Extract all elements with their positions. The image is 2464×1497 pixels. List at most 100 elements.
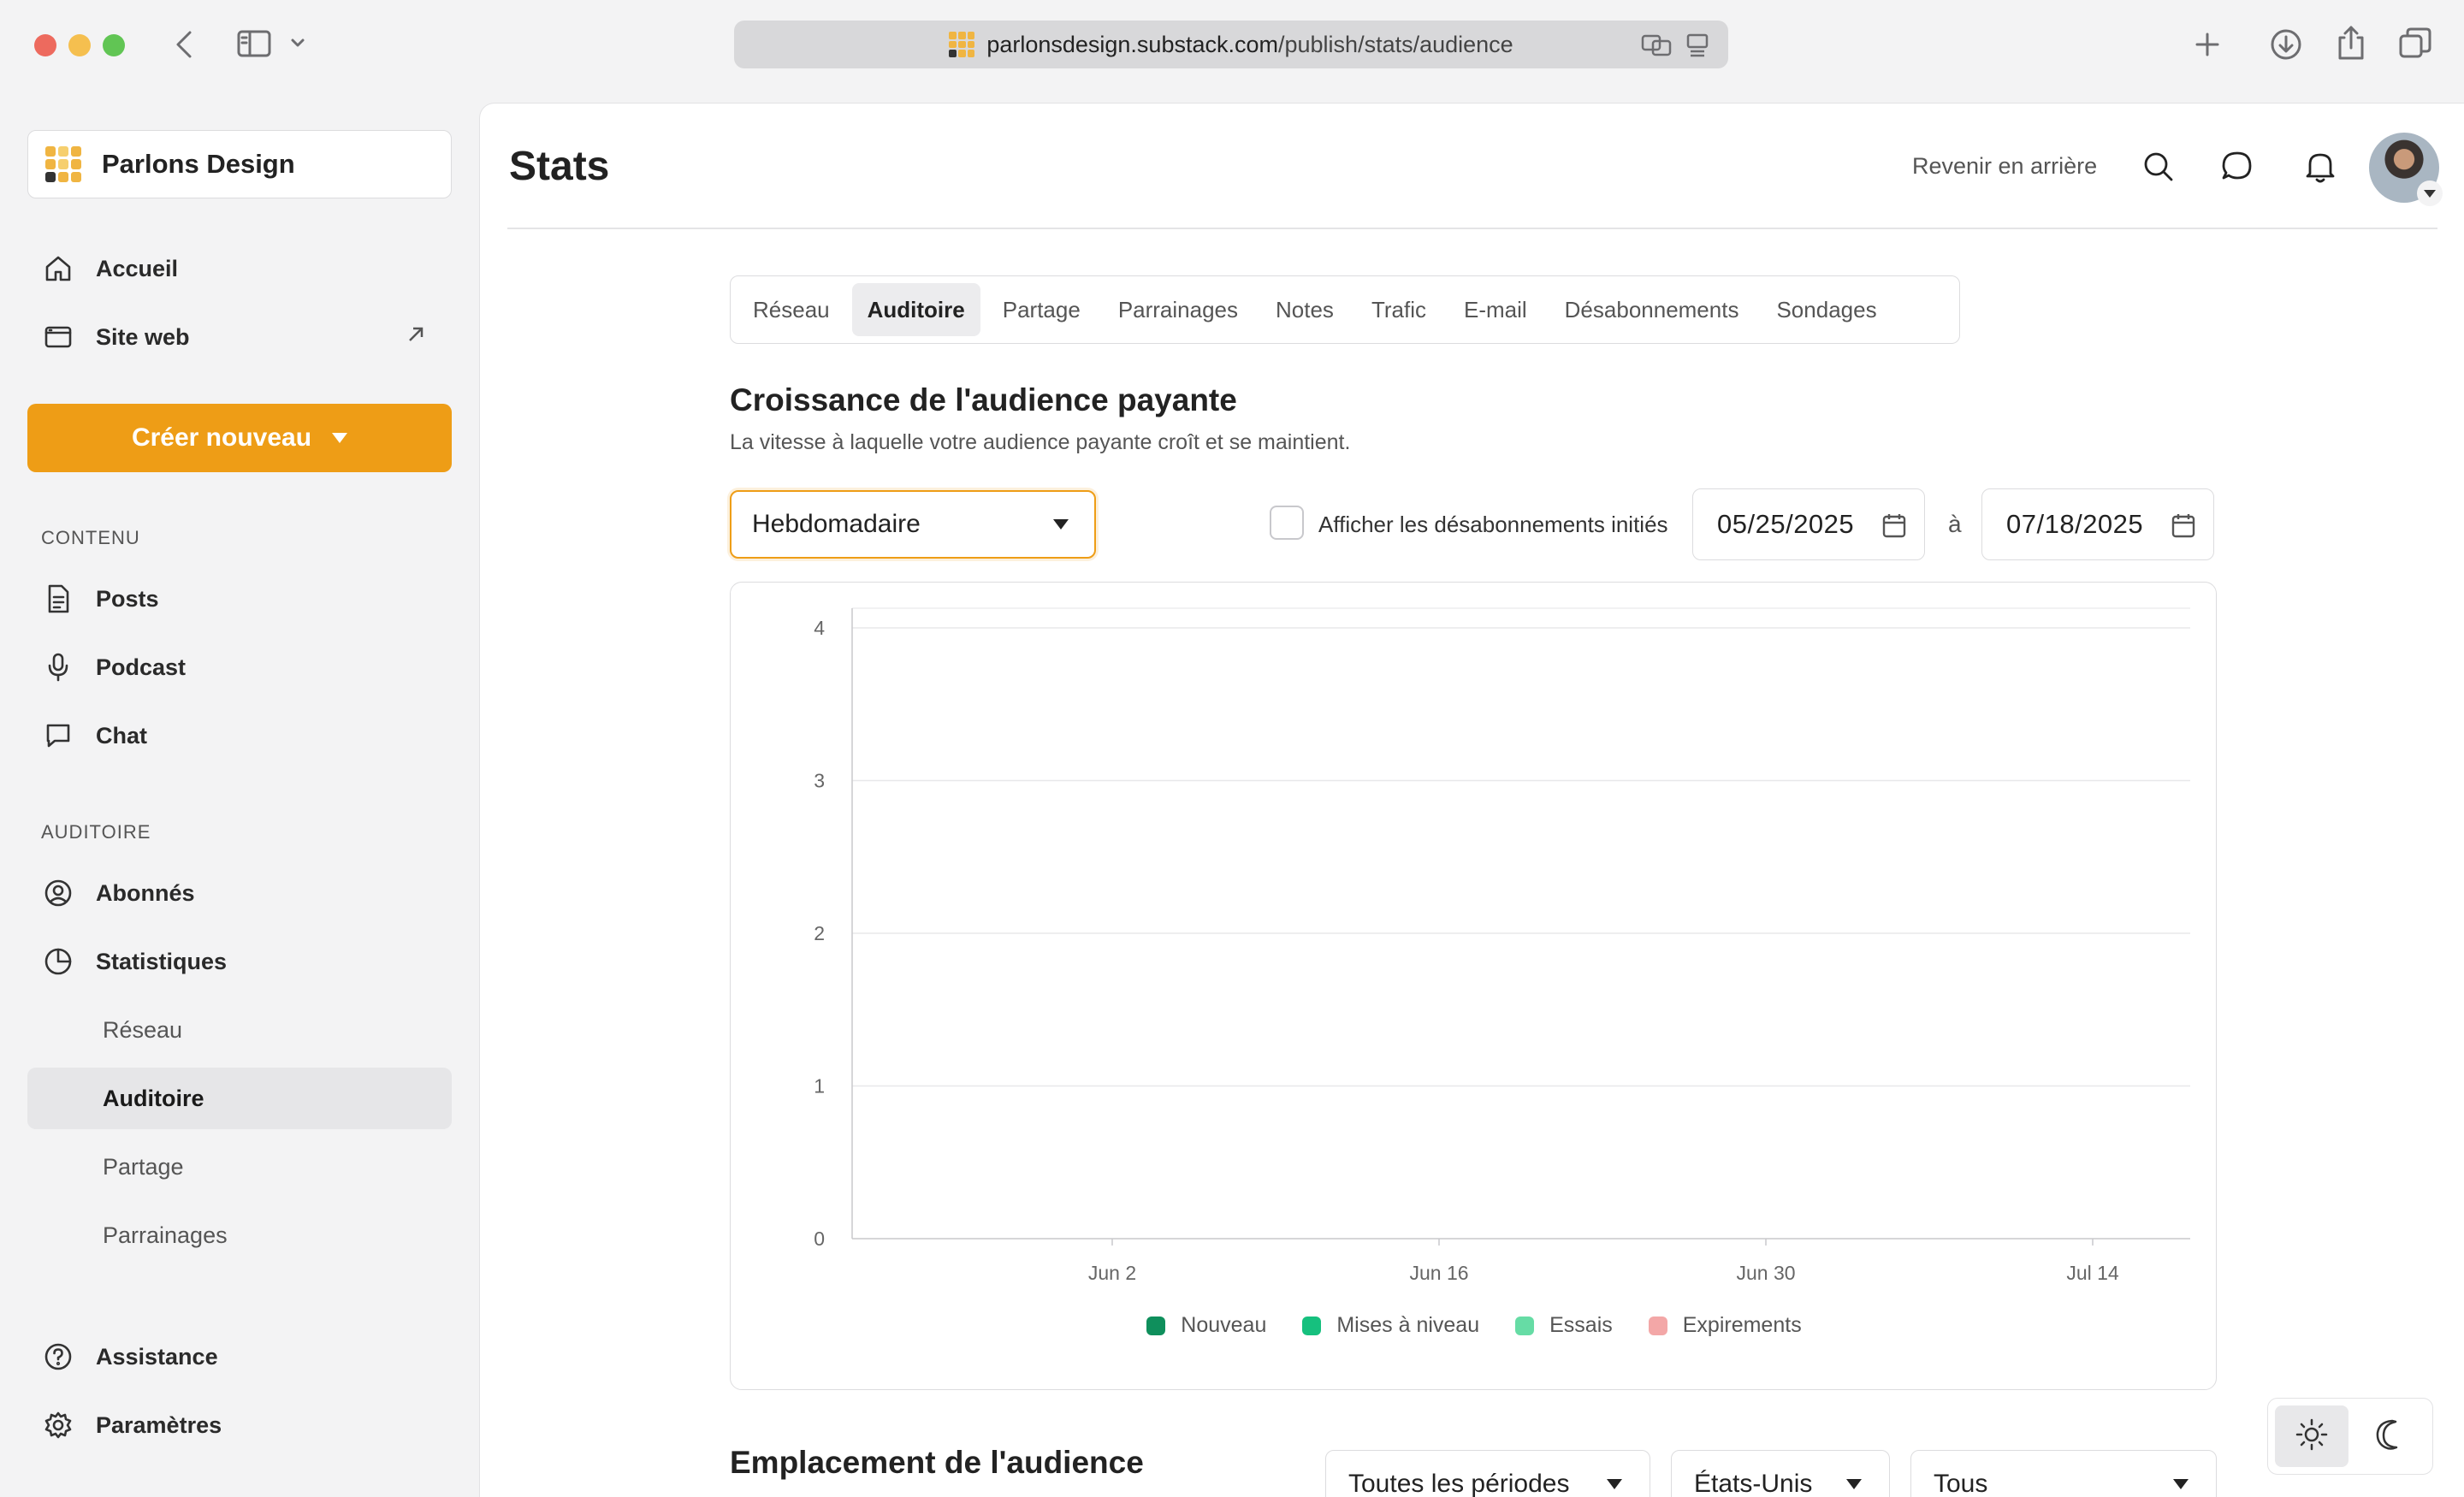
sidebar-item-label: Accueil xyxy=(96,255,179,281)
x-tick-label: Jul 14 xyxy=(2066,1262,2119,1284)
section-label-contenu: CONTENU xyxy=(41,527,140,548)
sidebar-item-label: Site web xyxy=(96,323,190,350)
tab-desabonnements[interactable]: Désabonnements xyxy=(1549,283,1755,336)
url-path: /publish/stats/audience xyxy=(1278,31,1513,57)
sidebar-item-label: Abonnés xyxy=(96,879,195,906)
search-icon[interactable] xyxy=(2141,150,2176,188)
light-mode-button[interactable] xyxy=(2275,1405,2348,1467)
sidebar-item-label: Podcast xyxy=(96,654,187,680)
page-title: Stats xyxy=(509,144,610,189)
sidebar-item-chat[interactable]: Chat xyxy=(27,705,452,766)
sidebar: Parlons Design Accueil Site web Créer no… xyxy=(0,94,479,1497)
pie-chart-icon xyxy=(27,947,96,976)
sidebar-toggle-icon[interactable] xyxy=(236,29,272,58)
translate-icon[interactable] xyxy=(1641,33,1672,64)
browser-toolbar: parlonsdesign.substack.com/publish/stats… xyxy=(0,0,2464,94)
sidebar-item-posts[interactable]: Posts xyxy=(27,568,452,630)
dark-mode-button[interactable] xyxy=(2354,1405,2427,1467)
sun-icon xyxy=(2295,1417,2329,1456)
caret-down-icon xyxy=(1846,1479,1862,1489)
y-tick-label: 2 xyxy=(814,922,825,944)
tab-notes[interactable]: Notes xyxy=(1260,283,1349,336)
y-tick-label: 0 xyxy=(814,1228,825,1250)
calendar-icon[interactable] xyxy=(2171,512,2196,546)
moon-icon xyxy=(2373,1417,2408,1456)
calendar-icon[interactable] xyxy=(1881,512,1907,546)
chevron-down-icon[interactable] xyxy=(289,36,306,50)
location-period-select[interactable]: Toutes les périodes xyxy=(1325,1450,1650,1497)
close-window-button[interactable] xyxy=(34,34,56,56)
location-country-select[interactable]: États-Unis xyxy=(1671,1450,1890,1497)
legend-swatch xyxy=(1146,1316,1166,1335)
sidebar-item-statistiques[interactable]: Statistiques xyxy=(27,931,452,992)
zoom-window-button[interactable] xyxy=(103,34,125,56)
microphone-icon xyxy=(27,652,96,683)
sidebar-item-assistance[interactable]: Assistance xyxy=(27,1326,452,1388)
caret-down-icon xyxy=(1053,519,1069,530)
back-arrow-icon[interactable] xyxy=(171,27,197,62)
legend-label: Mises à niveau xyxy=(1336,1313,1480,1337)
publication-switcher[interactable]: Parlons Design xyxy=(27,130,452,198)
tab-sondages[interactable]: Sondages xyxy=(1761,283,1892,336)
legend-label: Expirements xyxy=(1682,1313,1802,1337)
period-select[interactable]: Hebdomadaire xyxy=(730,490,1096,559)
growth-section-title: Croissance de l'audience payante xyxy=(730,382,1237,417)
share-icon[interactable] xyxy=(2334,24,2368,62)
sidebar-item-label: Statistiques xyxy=(96,948,228,974)
tab-e-mail[interactable]: E-mail xyxy=(1448,283,1543,336)
section-label-auditoire: AUDITOIRE xyxy=(41,821,151,843)
legend-item[interactable]: Nouveau xyxy=(1146,1313,1266,1338)
sidebar-subitem-parrainages[interactable]: Parrainages xyxy=(27,1204,452,1266)
tab-reseau[interactable]: Réseau xyxy=(737,283,845,336)
legend-swatch xyxy=(1302,1316,1322,1335)
location-filter-select[interactable]: Tous xyxy=(1910,1450,2217,1497)
url-host: parlonsdesign.substack.com xyxy=(986,31,1278,57)
sidebar-item-parametres[interactable]: Paramètres xyxy=(27,1394,452,1456)
date-from-input[interactable]: 05/25/2025 xyxy=(1692,488,1925,560)
sidebar-item-label: Chat xyxy=(96,722,147,748)
theme-toggle xyxy=(2267,1398,2433,1475)
chat-bubble-icon[interactable] xyxy=(2220,150,2254,188)
show-unsubscribes-label[interactable]: Afficher les désabonnements initiés xyxy=(1318,512,1668,538)
tab-parrainages[interactable]: Parrainages xyxy=(1103,283,1253,336)
legend-item[interactable]: Expirements xyxy=(1648,1313,1802,1338)
sidebar-item-site-web[interactable]: Site web xyxy=(27,306,452,368)
caret-down-icon[interactable] xyxy=(2417,180,2443,206)
tab-auditoire[interactable]: Auditoire xyxy=(851,283,980,336)
sidebar-item-abonnes[interactable]: Abonnés xyxy=(27,862,452,924)
sidebar-item-label: Partage xyxy=(103,1153,184,1180)
legend-swatch xyxy=(1515,1316,1535,1335)
legend-label: Nouveau xyxy=(1181,1313,1267,1337)
show-unsubscribes-checkbox[interactable] xyxy=(1270,506,1304,540)
sidebar-subitem-auditoire[interactable]: Auditoire xyxy=(27,1068,452,1129)
date-to-value: 07/18/2025 xyxy=(2006,509,2144,539)
x-tick-label: Jun 2 xyxy=(1088,1262,1136,1284)
location-section-title: Emplacement de l'audience xyxy=(730,1445,1144,1480)
minimize-window-button[interactable] xyxy=(68,34,91,56)
tab-partage[interactable]: Partage xyxy=(987,283,1096,336)
reader-mode-icon[interactable] xyxy=(1685,33,1709,64)
sidebar-item-accueil[interactable]: Accueil xyxy=(27,238,452,299)
date-to-input[interactable]: 07/18/2025 xyxy=(1981,488,2214,560)
sidebar-item-label: Réseau xyxy=(103,1016,183,1043)
date-from-value: 05/25/2025 xyxy=(1717,509,1855,539)
tab-overview-icon[interactable] xyxy=(2397,26,2433,62)
sidebar-item-label: Assistance xyxy=(96,1343,218,1370)
tab-trafic[interactable]: Trafic xyxy=(1356,283,1442,336)
sidebar-item-podcast[interactable]: Podcast xyxy=(27,636,452,698)
sidebar-subitem-reseau[interactable]: Réseau xyxy=(27,999,452,1061)
new-tab-icon[interactable] xyxy=(2190,27,2224,62)
back-link[interactable]: Revenir en arrière xyxy=(1912,153,2097,180)
bell-icon[interactable] xyxy=(2304,150,2337,188)
address-bar[interactable]: parlonsdesign.substack.com/publish/stats… xyxy=(734,21,1728,68)
growth-section-description: La vitesse à laquelle votre audience pay… xyxy=(730,430,1351,454)
download-icon[interactable] xyxy=(2269,27,2303,62)
y-tick-label: 3 xyxy=(814,770,825,792)
legend-item[interactable]: Essais xyxy=(1515,1313,1613,1338)
gear-icon xyxy=(27,1411,96,1440)
sidebar-item-label: Parrainages xyxy=(103,1222,228,1248)
create-new-button[interactable]: Créer nouveau xyxy=(27,404,452,472)
legend-item[interactable]: Mises à niveau xyxy=(1302,1313,1479,1338)
growth-chart-plot: 0 1 2 3 4 Jun 2 Jun 16 Jun 30 Jul 14 xyxy=(814,607,2190,1284)
sidebar-subitem-partage[interactable]: Partage xyxy=(27,1136,452,1198)
